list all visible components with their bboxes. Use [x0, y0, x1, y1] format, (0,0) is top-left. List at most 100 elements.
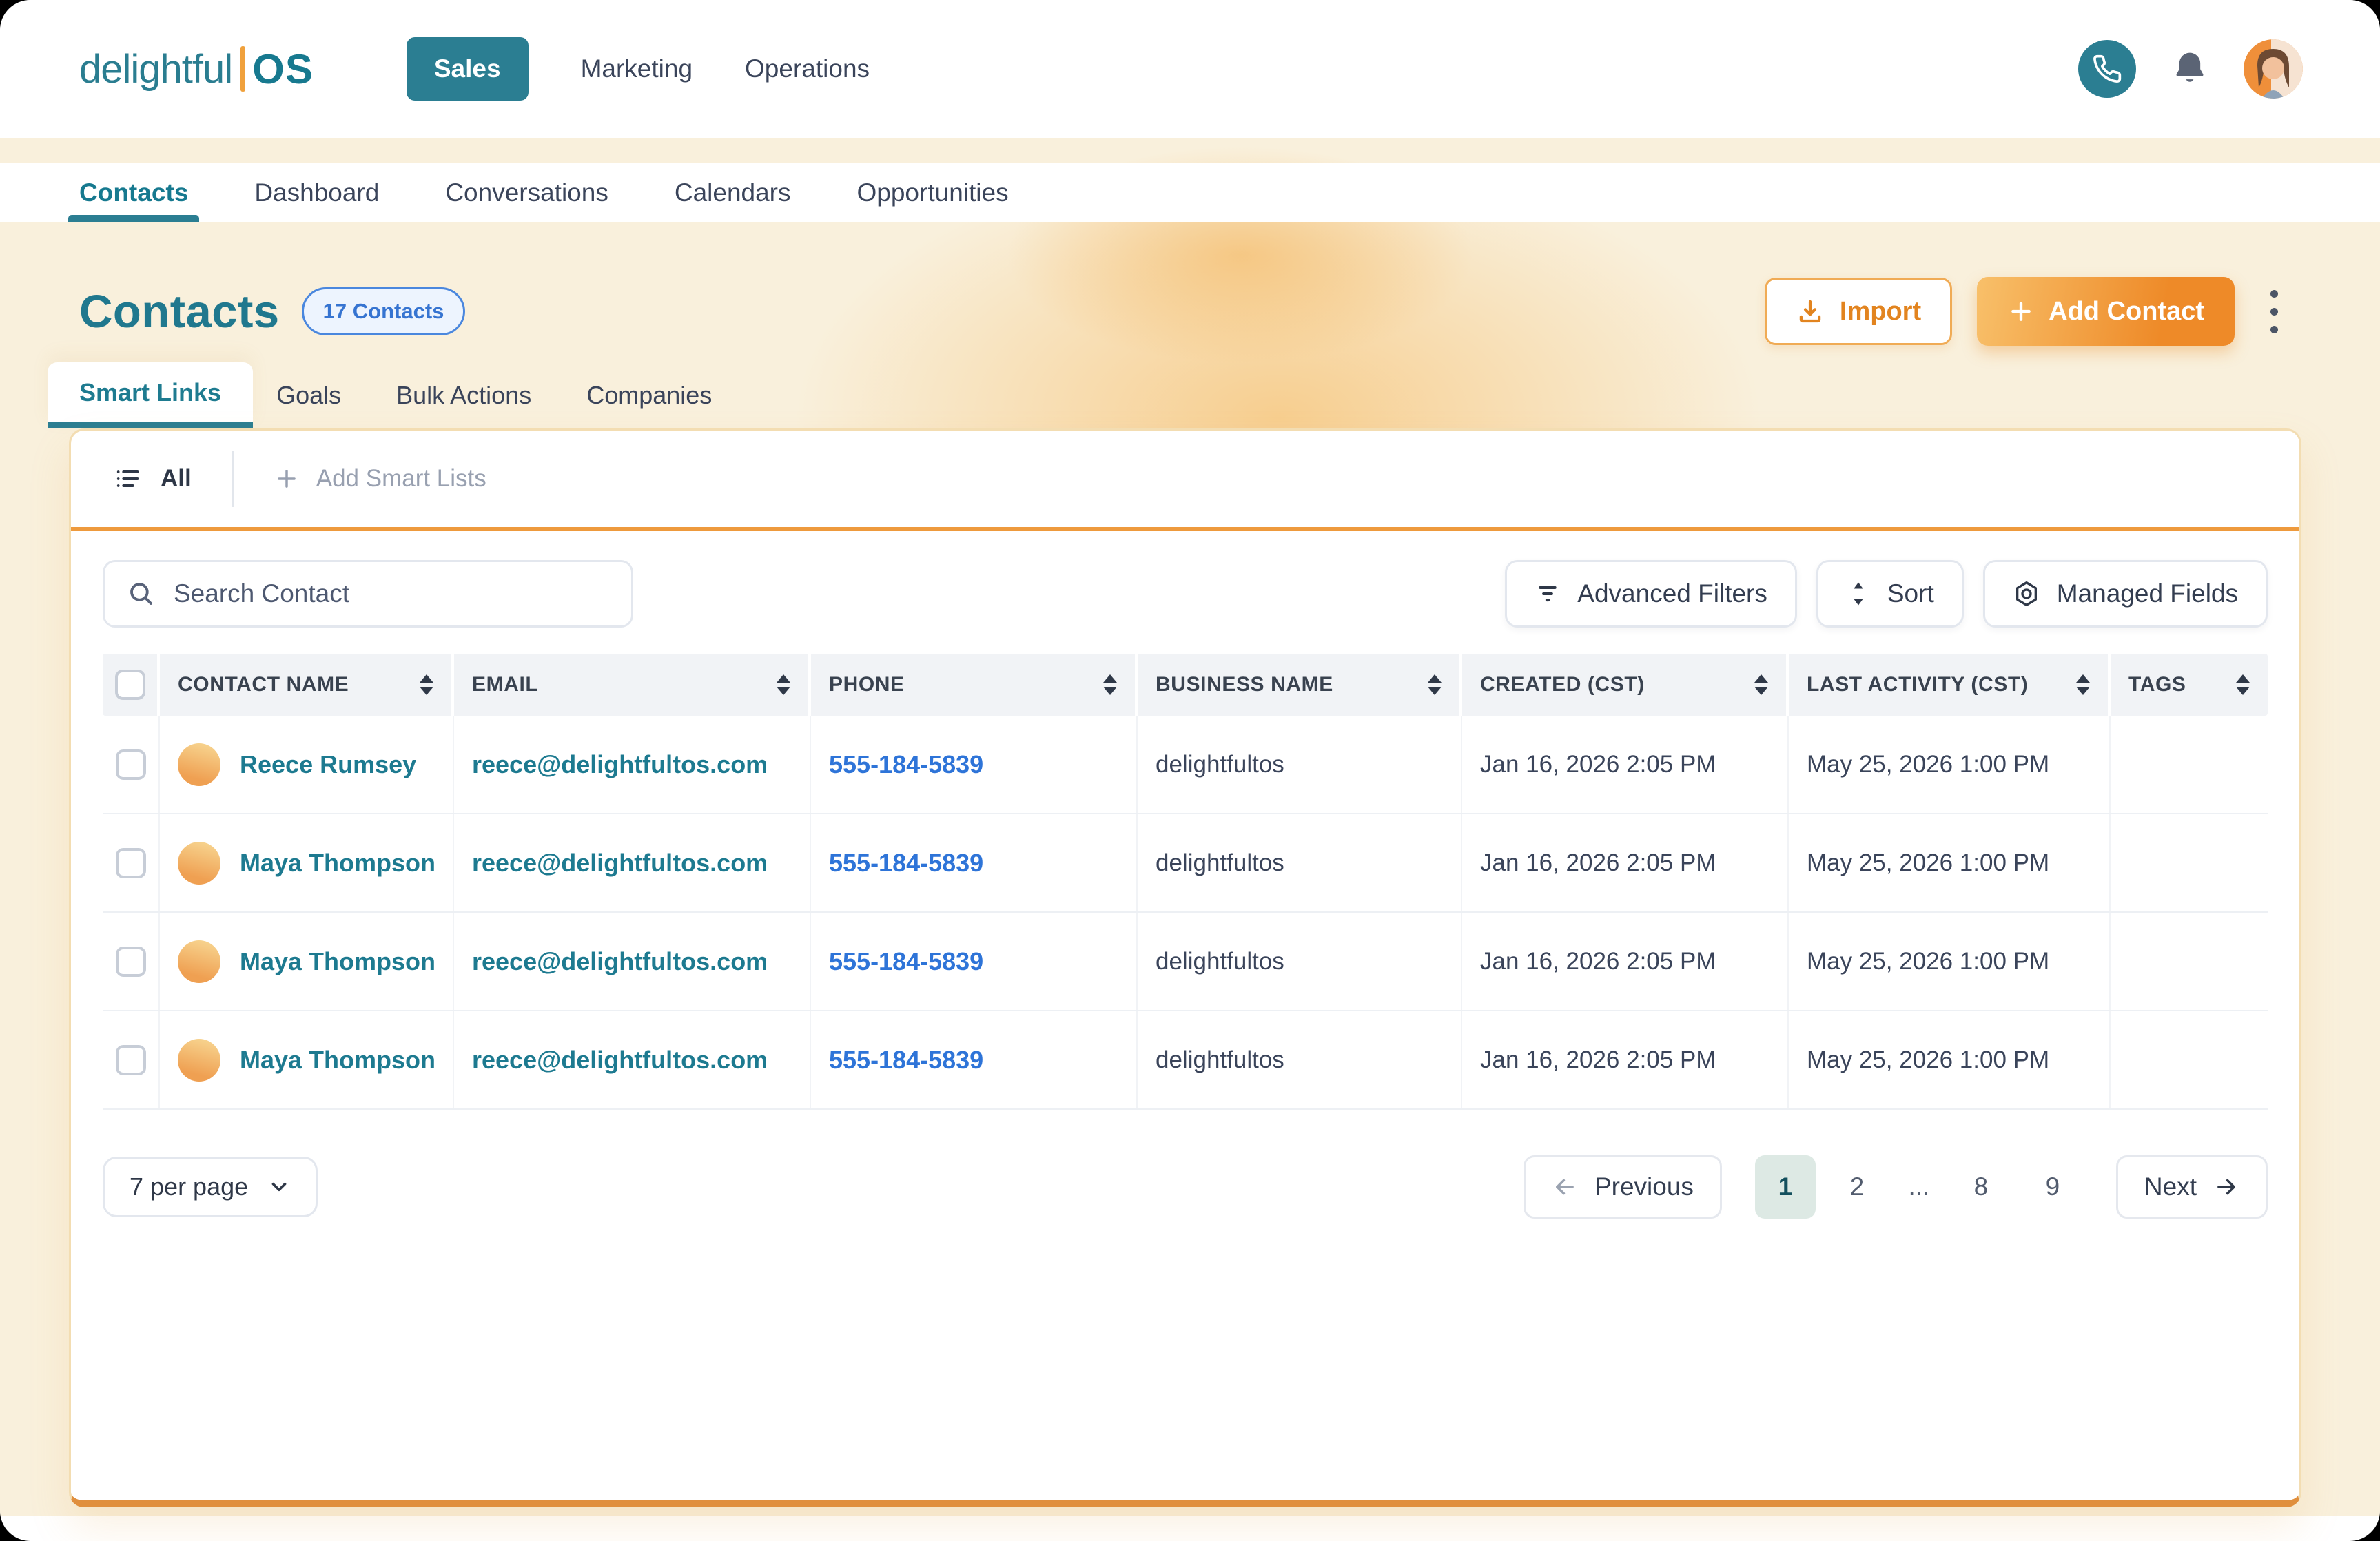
created-date: Jan 16, 2026 2:05 PM	[1480, 1046, 1716, 1074]
download-icon	[1796, 297, 1825, 326]
contact-phone[interactable]: 555-184-5839	[829, 750, 983, 779]
sort-button[interactable]: Sort	[1816, 560, 1964, 628]
created-date: Jan 16, 2026 2:05 PM	[1480, 948, 1716, 975]
page-number-8[interactable]: 8	[1951, 1155, 2011, 1219]
tab-goals[interactable]: Goals	[276, 381, 341, 410]
contact-email[interactable]: reece@delightfultos.com	[472, 849, 768, 878]
contact-email[interactable]: reece@delightfultos.com	[472, 1046, 768, 1075]
column-sort-icon[interactable]	[420, 674, 433, 695]
more-options-button[interactable]	[2265, 285, 2284, 339]
arrow-right-icon	[2213, 1174, 2239, 1200]
column-label: CREATED (CST)	[1480, 673, 1645, 696]
column-sort-icon[interactable]	[1754, 674, 1768, 695]
business-name: delightfultos	[1156, 849, 1284, 877]
column-label: TAGS	[2128, 673, 2186, 696]
notifications-button[interactable]	[2171, 50, 2209, 88]
contact-name[interactable]: Maya Thompson	[240, 947, 435, 976]
contact-phone[interactable]: 555-184-5839	[829, 849, 983, 878]
sub-nav-opportunities[interactable]: Opportunities	[857, 163, 1009, 222]
plus-icon	[274, 466, 300, 492]
select-all-checkbox[interactable]	[115, 670, 145, 700]
contact-name[interactable]: Maya Thompson	[240, 1046, 435, 1075]
search-input[interactable]	[174, 579, 609, 608]
brand-logo[interactable]: delightful OS	[79, 45, 314, 93]
smart-list-all[interactable]: All	[114, 465, 192, 493]
column-header-last-activity-cst[interactable]: LAST ACTIVITY (CST)	[1789, 654, 2111, 716]
managed-fields-button[interactable]: Managed Fields	[1983, 560, 2268, 628]
row-checkbox[interactable]	[116, 848, 146, 878]
arrow-left-icon	[1552, 1174, 1578, 1200]
user-avatar[interactable]	[2244, 39, 2303, 99]
column-header-email[interactable]: EMAIL	[454, 654, 811, 716]
last-activity-date: May 25, 2026 1:00 PM	[1807, 849, 2049, 877]
sub-nav-contacts[interactable]: Contacts	[79, 163, 188, 222]
column-sort-icon[interactable]	[1428, 674, 1442, 695]
business-name: delightfultos	[1156, 751, 1284, 778]
column-header-contact-name[interactable]: CONTACT NAME	[160, 654, 454, 716]
advanced-filters-button[interactable]: Advanced Filters	[1505, 560, 1797, 628]
tab-smart-links[interactable]: Smart Links	[48, 362, 253, 428]
column-label: PHONE	[829, 673, 905, 696]
per-page-label: 7 per page	[130, 1172, 248, 1201]
row-checkbox[interactable]	[116, 1045, 146, 1075]
column-header-phone[interactable]: PHONE	[811, 654, 1138, 716]
contact-email[interactable]: reece@delightfultos.com	[472, 947, 768, 976]
contact-avatar	[178, 1039, 220, 1082]
page-number-2[interactable]: 2	[1827, 1155, 1887, 1219]
contact-name[interactable]: Reece Rumsey	[240, 750, 416, 779]
pagination-bar: 7 per page Previous 12...89 Next	[71, 1155, 2299, 1219]
smart-lists-bar: All Add Smart Lists	[71, 431, 2299, 531]
tab-bulk-actions[interactable]: Bulk Actions	[396, 381, 531, 410]
column-sort-icon[interactable]	[777, 674, 790, 695]
row-checkbox[interactable]	[116, 947, 146, 977]
sub-nav-conversations[interactable]: Conversations	[445, 163, 608, 222]
top-bar: delightful OS Sales Marketing Operations	[0, 0, 2380, 138]
column-header-tags[interactable]: TAGS	[2111, 654, 2268, 716]
contacts-panel: All Add Smart Lists Advanced Filters	[69, 428, 2301, 1507]
row-checkbox[interactable]	[116, 749, 146, 780]
filter-icon	[1535, 581, 1561, 607]
previous-page-button[interactable]: Previous	[1524, 1155, 1722, 1219]
contact-phone[interactable]: 555-184-5839	[829, 1046, 983, 1075]
page-number-current[interactable]: 1	[1755, 1155, 1816, 1219]
column-header-business-name[interactable]: BUSINESS NAME	[1138, 654, 1462, 716]
sort-arrows-icon	[1846, 580, 1871, 608]
column-header-created-cst[interactable]: CREATED (CST)	[1462, 654, 1789, 716]
business-name: delightfultos	[1156, 1046, 1284, 1074]
table-row[interactable]: Reece Rumsey reece@delightfultos.com 555…	[103, 716, 2268, 814]
contact-name[interactable]: Maya Thompson	[240, 849, 435, 878]
search-box	[103, 560, 633, 628]
last-activity-date: May 25, 2026 1:00 PM	[1807, 1046, 2049, 1074]
table-row[interactable]: Maya Thompson reece@delightfultos.com 55…	[103, 814, 2268, 913]
toolbar-actions: Advanced Filters Sort Managed Fields	[1505, 560, 2268, 628]
sub-nav-calendars[interactable]: Calendars	[675, 163, 791, 222]
contact-email[interactable]: reece@delightfultos.com	[472, 750, 768, 779]
next-page-button[interactable]: Next	[2116, 1155, 2268, 1219]
last-activity-date: May 25, 2026 1:00 PM	[1807, 948, 2049, 975]
import-button[interactable]: Import	[1765, 278, 1952, 345]
add-contact-label: Add Contact	[2049, 297, 2204, 327]
page-number-9[interactable]: 9	[2022, 1155, 2083, 1219]
table-toolbar: Advanced Filters Sort Managed Fields	[71, 560, 2299, 628]
add-smart-lists-button[interactable]: Add Smart Lists	[274, 465, 486, 493]
phone-button[interactable]	[2078, 40, 2136, 98]
column-sort-icon[interactable]	[2076, 674, 2090, 695]
sub-nav-dashboard[interactable]: Dashboard	[254, 163, 379, 222]
column-sort-icon[interactable]	[2236, 674, 2250, 695]
per-page-select[interactable]: 7 per page	[103, 1157, 318, 1217]
pager: Previous 12...89 Next	[1524, 1155, 2268, 1219]
phone-icon	[2092, 54, 2122, 84]
tab-companies[interactable]: Companies	[586, 381, 712, 410]
contact-avatar	[178, 743, 220, 786]
table-row[interactable]: Maya Thompson reece@delightfultos.com 55…	[103, 913, 2268, 1011]
managed-fields-label: Managed Fields	[2057, 579, 2238, 608]
main-nav-operations[interactable]: Operations	[745, 54, 870, 83]
business-name: delightfultos	[1156, 948, 1284, 975]
advanced-filters-label: Advanced Filters	[1577, 579, 1767, 608]
column-sort-icon[interactable]	[1103, 674, 1117, 695]
add-contact-button[interactable]: Add Contact	[1977, 277, 2235, 346]
main-nav-sales[interactable]: Sales	[407, 37, 529, 101]
table-row[interactable]: Maya Thompson reece@delightfultos.com 55…	[103, 1011, 2268, 1110]
contact-phone[interactable]: 555-184-5839	[829, 947, 983, 976]
main-nav-marketing[interactable]: Marketing	[581, 54, 693, 83]
